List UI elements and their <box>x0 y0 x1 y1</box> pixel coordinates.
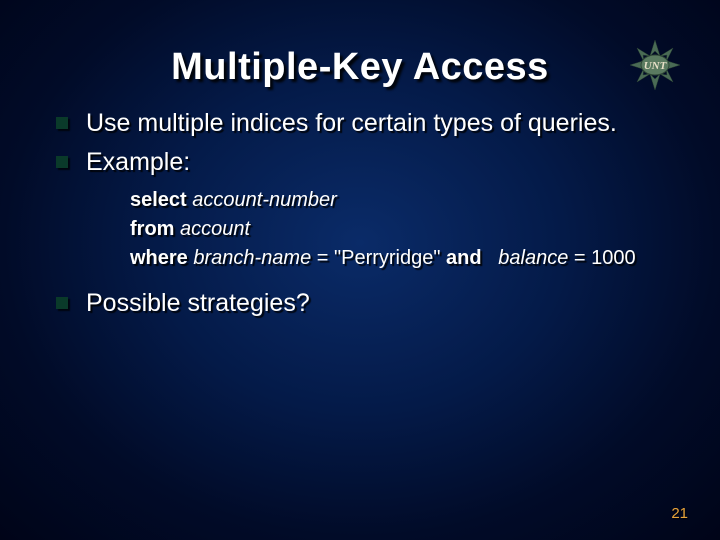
bullet-text: Use multiple indices for certain types o… <box>86 107 617 140</box>
unt-logo: UNT <box>624 36 686 94</box>
bullet-icon <box>56 297 68 309</box>
sql-line: select account-number <box>130 186 664 215</box>
bullet-text: Example: <box>86 146 190 179</box>
sql-keyword: select <box>130 189 187 211</box>
sql-line: where branch-name = "Perryridge" and bal… <box>130 244 664 273</box>
sql-identifier: branch-name <box>193 247 311 269</box>
slide-content: Use multiple indices for certain types o… <box>56 107 664 320</box>
bullet-text: Possible strategies? <box>86 287 310 320</box>
sql-keyword: where <box>130 247 188 269</box>
bullet-item: Use multiple indices for certain types o… <box>56 107 664 140</box>
sql-example: select account-number from account where… <box>130 186 664 273</box>
sql-keyword: from <box>130 218 174 240</box>
bullet-icon <box>56 117 68 129</box>
slide-title: Multiple-Key Access <box>0 0 720 89</box>
slide: UNT Multiple-Key Access Use multiple ind… <box>0 0 720 540</box>
bullet-item: Example: <box>56 146 664 179</box>
sql-text: = "Perryridge" <box>317 247 446 269</box>
sql-identifier: balance <box>498 247 568 269</box>
sql-keyword: and <box>446 247 482 269</box>
sql-text: = 1000 <box>574 247 636 269</box>
bullet-icon <box>56 156 68 168</box>
sql-line: from account <box>130 215 664 244</box>
page-number: 21 <box>671 505 688 522</box>
sql-identifier: account <box>180 218 250 240</box>
svg-text:UNT: UNT <box>644 60 668 72</box>
sql-identifier: account-number <box>192 189 337 211</box>
bullet-item: Possible strategies? <box>56 287 664 320</box>
